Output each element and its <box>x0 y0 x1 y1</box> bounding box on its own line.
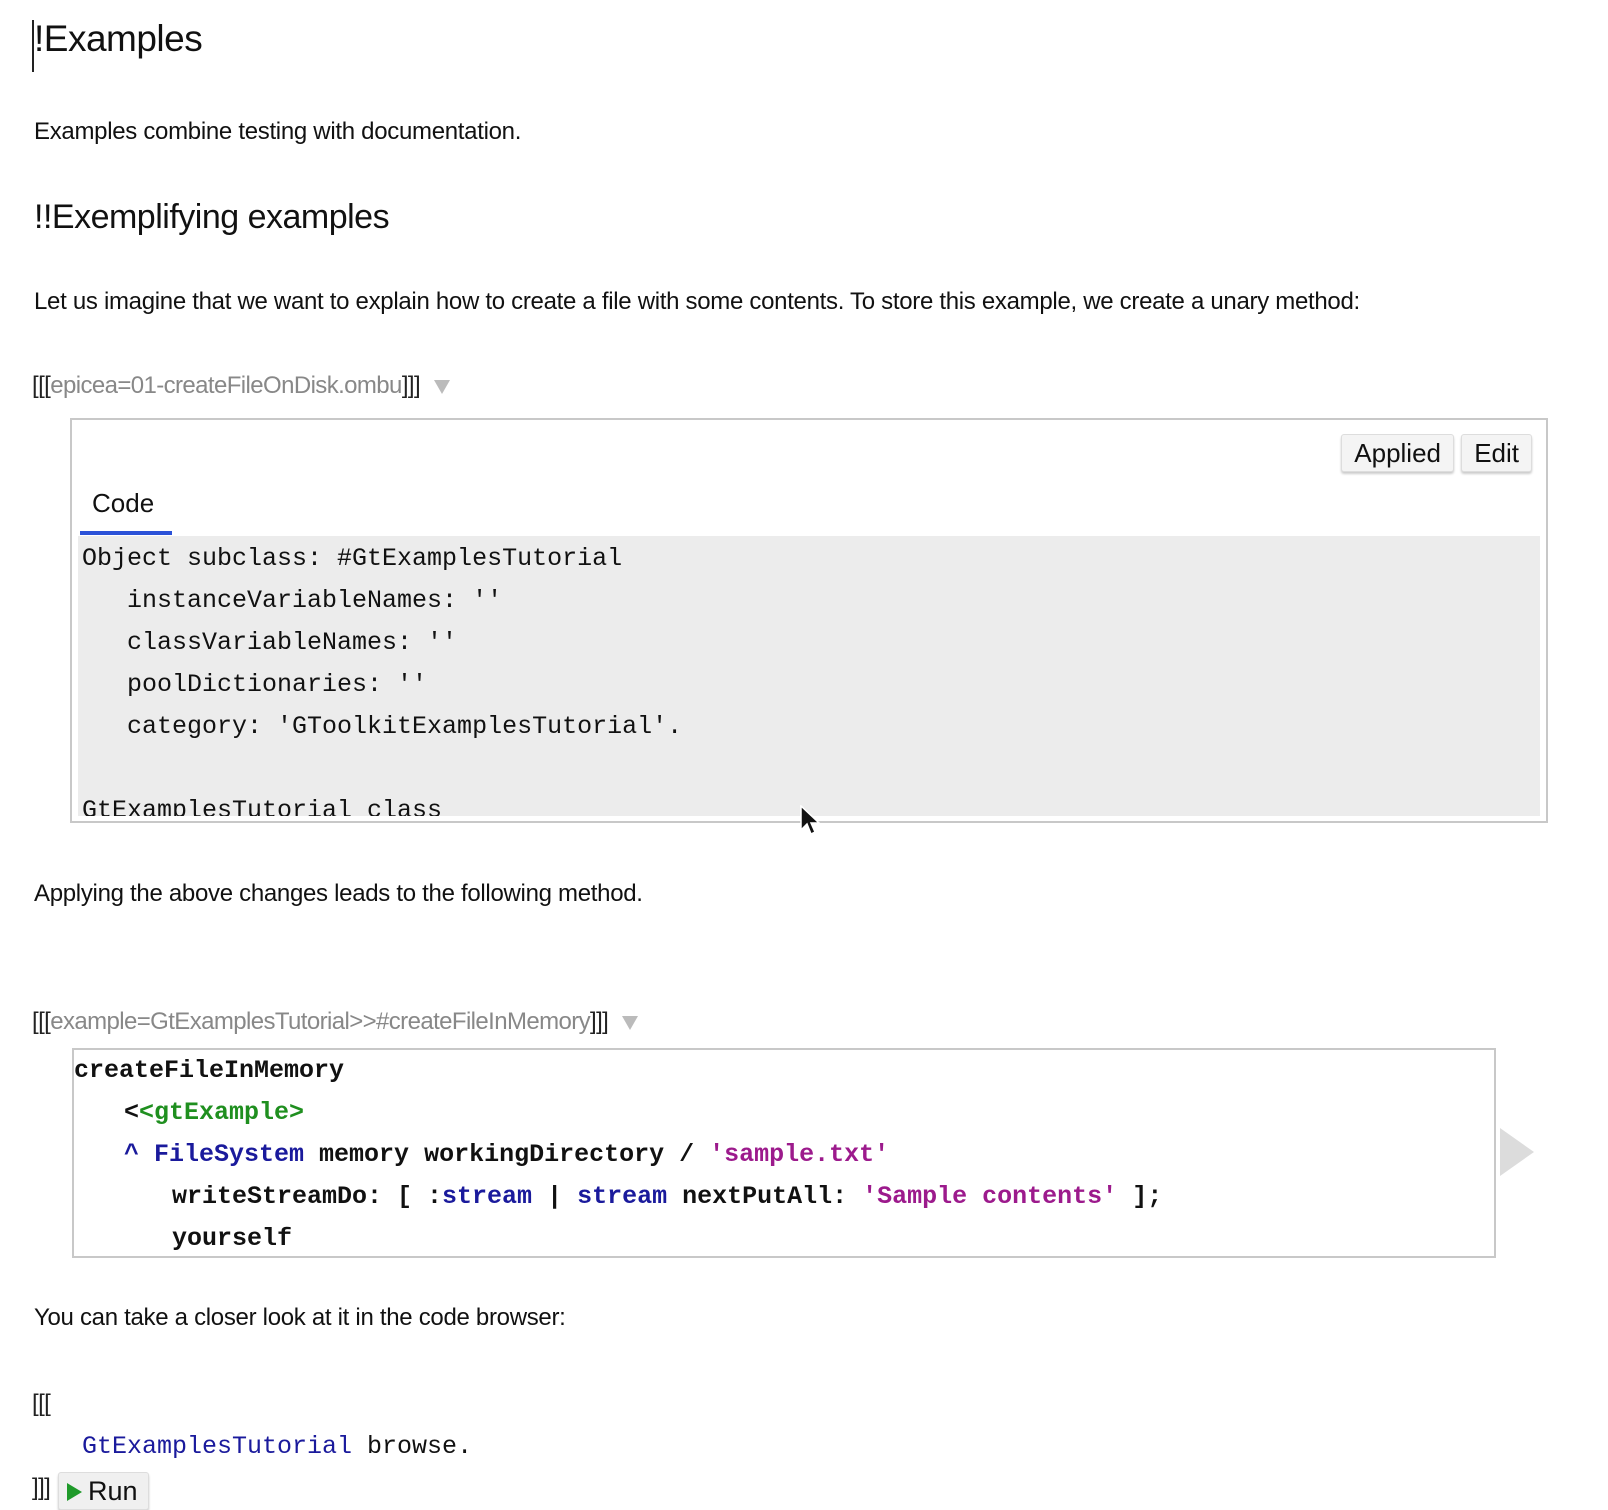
code-line: Object subclass: #GtExamplesTutorial <box>82 544 623 573</box>
epicea-changes-panel: Applied Edit Code Object subclass: #GtEx… <box>70 418 1548 823</box>
example-reference[interactable]: [[[example=GtExamplesTutorial>>#createFi… <box>32 1008 639 1036</box>
snippet-close-brackets: ]]] <box>32 1474 51 1501</box>
code-line: poolDictionaries: '' <box>82 670 428 699</box>
class-name: GtExamplesTutorial <box>82 1432 353 1461</box>
method-selector: createFileInMemory <box>74 1056 345 1085</box>
tab-code-underline <box>80 531 172 535</box>
example-ref-text: example=GtExamplesTutorial>>#createFileI… <box>50 1008 591 1035</box>
string-literal: 'Sample contents' <box>862 1182 1118 1211</box>
run-button[interactable]: Run <box>58 1472 149 1510</box>
ref-open-brackets: [[[ <box>32 372 51 399</box>
section-heading: !!Exemplifying examples <box>34 198 390 236</box>
intro-paragraph: Examples combine testing with documentat… <box>34 118 522 145</box>
collapse-triangle-icon[interactable] <box>622 1015 639 1030</box>
method-line-yourself: yourself <box>172 1224 293 1253</box>
method-pragma: <<gtExample> <box>124 1098 304 1127</box>
block-var: stream <box>577 1182 668 1211</box>
message-chain: memory workingDirectory / <box>304 1140 710 1169</box>
epicea-reference[interactable]: [[[epicea=01-createFileOnDisk.ombu]]] <box>32 372 451 400</box>
block-param: stream <box>442 1182 533 1211</box>
keyword-suffix: ]; <box>1117 1182 1163 1211</box>
keyword-prefix: writeStreamDo: [ : <box>172 1182 443 1211</box>
mouse-pointer-icon <box>800 805 821 836</box>
pragma-text: <gtExample> <box>139 1098 305 1127</box>
browse-snippet-code[interactable]: GtExamplesTutorial browse. <box>82 1432 472 1461</box>
ref-close-brackets: ]]] <box>401 372 421 399</box>
browse-message: browse. <box>352 1432 473 1461</box>
tab-code[interactable]: Code <box>92 488 154 519</box>
method-line-stream: writeStreamDo: [ :stream | stream nextPu… <box>172 1182 1162 1211</box>
run-label: Run <box>88 1476 138 1506</box>
applied-button[interactable]: Applied <box>1341 434 1454 472</box>
browser-paragraph: You can take a closer look at it in the … <box>34 1304 566 1331</box>
applying-paragraph: Applying the above changes leads to the … <box>34 880 643 907</box>
play-example-icon[interactable] <box>1500 1128 1534 1176</box>
block-bar: | <box>532 1182 578 1211</box>
code-line: classVariableNames: '' <box>82 628 458 657</box>
ref-open-brackets: [[[ <box>32 1008 51 1035</box>
method-line-return: ^ FileSystem memory workingDirectory / '… <box>124 1140 889 1169</box>
edit-button[interactable]: Edit <box>1461 434 1532 472</box>
return-caret: ^ <box>124 1140 155 1169</box>
code-line: category: 'GToolkitExamplesTutorial'. <box>82 712 683 741</box>
page-heading: !Examples <box>34 18 203 59</box>
unary-method-paragraph: Let us imagine that we want to explain h… <box>34 288 1360 315</box>
method-source-panel[interactable]: createFileInMemory <<gtExample> ^ FileSy… <box>72 1048 1496 1258</box>
pragma-open: < <box>124 1098 140 1127</box>
collapse-triangle-icon[interactable] <box>434 379 451 394</box>
receiver-class: FileSystem <box>154 1140 305 1169</box>
ref-close-brackets: ]]] <box>590 1008 609 1035</box>
snippet-open-brackets: [[[ <box>32 1390 51 1417</box>
string-literal: 'sample.txt' <box>709 1140 890 1169</box>
code-editor[interactable]: Object subclass: #GtExamplesTutorial ins… <box>78 536 1540 816</box>
code-line: GtExamplesTutorial class <box>82 796 443 816</box>
code-line: instanceVariableNames: '' <box>82 586 503 615</box>
epicea-ref-text: epicea=01-createFileOnDisk.ombu <box>50 372 402 399</box>
keyword-mid: nextPutAll: <box>667 1182 863 1211</box>
play-icon <box>67 1483 82 1501</box>
